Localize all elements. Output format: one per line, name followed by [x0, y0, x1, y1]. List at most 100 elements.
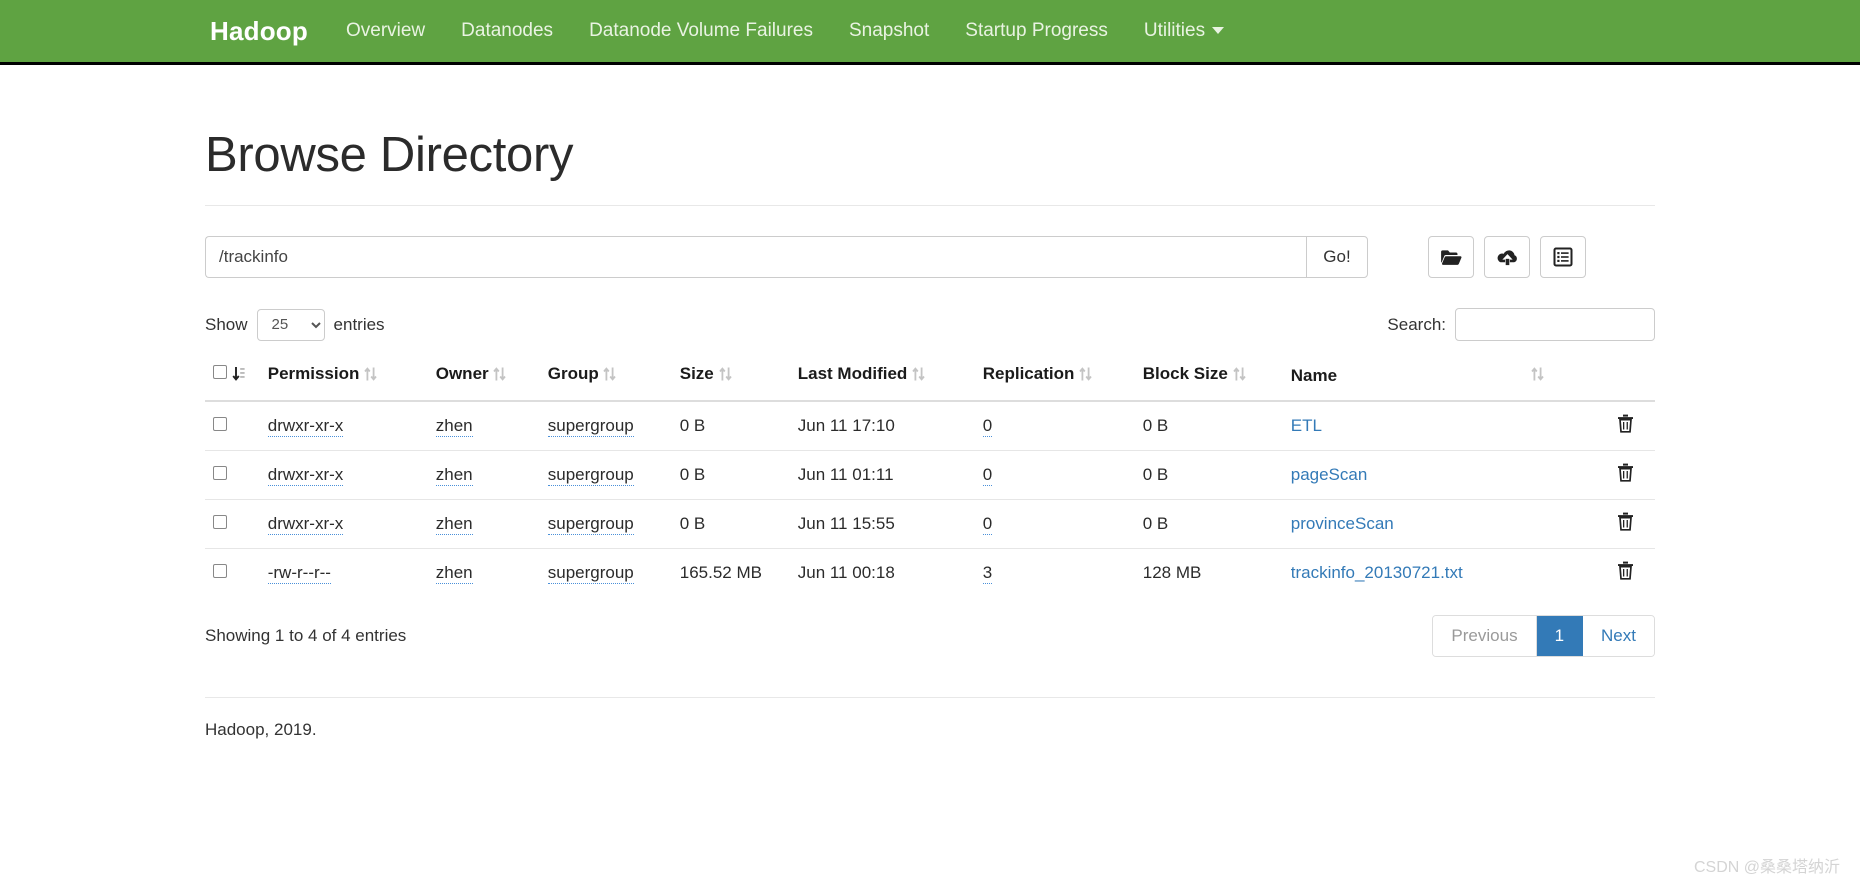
folder-open-icon	[1441, 250, 1462, 265]
pagination-page-1[interactable]: 1	[1536, 616, 1584, 656]
cell-group[interactable]: supergroup	[539, 548, 672, 597]
group-value[interactable]: supergroup	[547, 465, 634, 486]
upload-files-button[interactable]	[1484, 236, 1530, 278]
cell-replication[interactable]: 0	[974, 450, 1135, 500]
group-value[interactable]: supergroup	[547, 416, 634, 437]
cell-delete[interactable]	[1595, 548, 1655, 597]
nav-item-utilities[interactable]: Utilities	[1143, 20, 1225, 42]
cell-delete[interactable]	[1595, 401, 1655, 451]
cell-permission[interactable]: -rw-r--r--	[259, 548, 428, 597]
cell-owner[interactable]: zhen	[427, 450, 540, 500]
trash-icon[interactable]	[1617, 463, 1634, 482]
pagination-next[interactable]: Next	[1583, 616, 1654, 656]
trash-icon[interactable]	[1617, 414, 1634, 433]
nav-item-snapshot[interactable]: Snapshot	[849, 20, 929, 42]
cell-replication[interactable]: 0	[974, 499, 1135, 549]
cell-replication[interactable]: 0	[975, 401, 1135, 451]
sort-neutral-icon	[364, 366, 384, 387]
column-header-permission[interactable]: Permission	[259, 355, 428, 402]
cell-delete[interactable]	[1595, 499, 1655, 549]
row-select-cell[interactable]	[205, 450, 260, 500]
path-input[interactable]	[205, 236, 1306, 278]
cell-size: 0 B	[671, 499, 790, 549]
csdn-watermark: CSDN @桑桑塔纳沂	[1693, 859, 1840, 876]
row-select-cell[interactable]	[205, 401, 260, 451]
replication-value[interactable]: 3	[982, 563, 993, 584]
cell-name[interactable]: provinceScan	[1282, 499, 1595, 549]
cell-permission[interactable]: drwxr-xr-x	[260, 401, 428, 451]
row-checkbox[interactable]	[213, 564, 227, 578]
group-value[interactable]: supergroup	[547, 514, 634, 535]
path-action-buttons	[1428, 236, 1586, 278]
trash-icon[interactable]	[1617, 561, 1634, 580]
column-header-size[interactable]: Size	[671, 355, 790, 402]
permission-value[interactable]: drwxr-xr-x	[267, 416, 344, 437]
table-body: drwxr-xr-x zhen supergroup 0 B Jun 11 17…	[205, 401, 1655, 597]
file-name-link[interactable]: pageScan	[1291, 465, 1368, 484]
permission-value[interactable]: -rw-r--r--	[267, 563, 331, 584]
brand-hadoop[interactable]: Hadoop	[210, 16, 308, 47]
cell-permission[interactable]: drwxr-xr-x	[259, 499, 428, 549]
column-label-permission: Permission	[267, 364, 360, 383]
owner-value[interactable]: zhen	[435, 416, 473, 437]
row-checkbox[interactable]	[213, 515, 227, 529]
replication-value[interactable]: 0	[982, 514, 993, 535]
nav-item-overview[interactable]: Overview	[346, 20, 425, 42]
cell-group[interactable]: supergroup	[539, 450, 672, 500]
cell-permission[interactable]: drwxr-xr-x	[259, 450, 428, 500]
cut-paste-button[interactable]	[1540, 236, 1586, 278]
owner-value[interactable]: zhen	[435, 465, 473, 486]
row-select-cell[interactable]	[205, 499, 260, 549]
cell-owner[interactable]: zhen	[428, 401, 540, 451]
chevron-down-icon	[1212, 27, 1225, 34]
column-header-replication[interactable]: Replication	[974, 355, 1135, 402]
go-button[interactable]: Go!	[1306, 236, 1368, 278]
cell-replication[interactable]: 3	[974, 548, 1135, 597]
sort-desc-icon	[232, 366, 252, 387]
column-header-actions	[1595, 355, 1655, 402]
file-name-link[interactable]: provinceScan	[1291, 514, 1394, 533]
trash-icon[interactable]	[1617, 512, 1634, 531]
cell-size: 165.52 MB	[671, 548, 790, 597]
cell-last-modified: Jun 11 15:55	[789, 499, 975, 549]
file-name-link[interactable]: trackinfo_20130721.txt	[1291, 563, 1463, 582]
row-checkbox[interactable]	[213, 417, 227, 431]
cell-name[interactable]: ETL	[1283, 401, 1595, 451]
nav-item-utilities-label: Utilities	[1143, 20, 1206, 41]
owner-value[interactable]: zhen	[435, 514, 473, 535]
column-header-group[interactable]: Group	[539, 355, 672, 402]
column-header-last-modified[interactable]: Last Modified	[789, 355, 975, 402]
file-name-link[interactable]: ETL	[1291, 416, 1322, 435]
column-header-block-size[interactable]: Block Size	[1134, 355, 1283, 402]
permission-value[interactable]: drwxr-xr-x	[267, 465, 344, 486]
column-header-owner[interactable]: Owner	[427, 355, 540, 402]
cell-name[interactable]: trackinfo_20130721.txt	[1282, 548, 1595, 597]
cell-name[interactable]: pageScan	[1282, 450, 1595, 500]
cell-delete[interactable]	[1595, 450, 1655, 500]
cell-owner[interactable]: zhen	[427, 499, 540, 549]
page-length-select[interactable]: 25	[256, 308, 325, 341]
nav-item-datanodes[interactable]: Datanodes	[461, 20, 553, 42]
replication-value[interactable]: 0	[982, 465, 993, 486]
cell-group[interactable]: supergroup	[539, 499, 672, 549]
column-header-name[interactable]: Name	[1282, 355, 1595, 402]
owner-value[interactable]: zhen	[435, 563, 473, 584]
row-select-cell[interactable]	[205, 548, 260, 597]
nav-item-datanode-volume-failures[interactable]: Datanode Volume Failures	[589, 20, 813, 42]
table-row: -rw-r--r-- zhen supergroup 165.52 MB Jun…	[205, 548, 1655, 597]
permission-value[interactable]: drwxr-xr-x	[267, 514, 344, 535]
column-label-replication: Replication	[982, 364, 1075, 383]
cell-size: 0 B	[671, 450, 790, 500]
cell-last-modified: Jun 11 00:18	[789, 548, 975, 597]
column-header-select[interactable]	[205, 355, 260, 402]
select-all-checkbox[interactable]	[213, 365, 227, 379]
row-checkbox[interactable]	[213, 466, 227, 480]
cell-owner[interactable]: zhen	[427, 548, 540, 597]
cell-group[interactable]: supergroup	[540, 401, 672, 451]
replication-value[interactable]: 0	[982, 416, 993, 437]
group-value[interactable]: supergroup	[547, 563, 634, 584]
nav-item-startup-progress[interactable]: Startup Progress	[965, 20, 1108, 42]
create-directory-button[interactable]	[1428, 236, 1474, 278]
pagination-previous[interactable]: Previous	[1433, 616, 1537, 656]
search-input[interactable]	[1455, 308, 1655, 341]
